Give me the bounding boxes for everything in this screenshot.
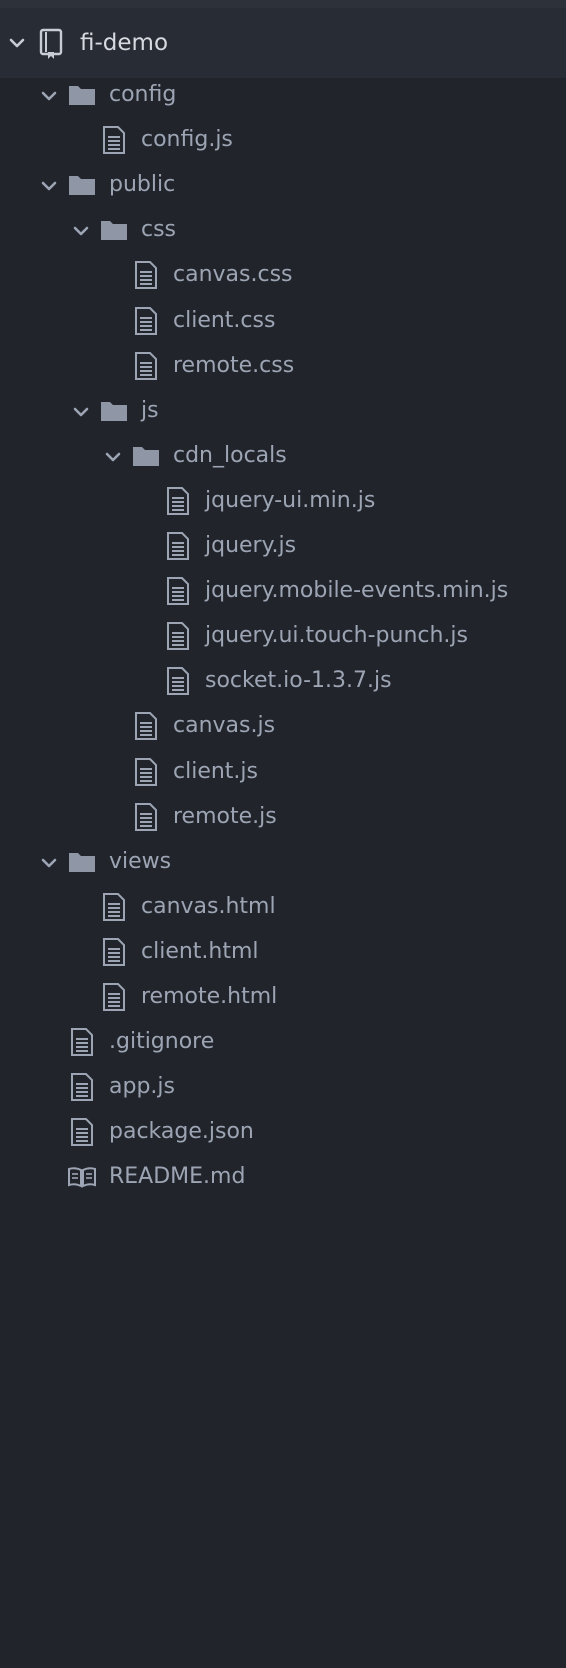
- repo-icon: [36, 28, 66, 60]
- file-name: client.js: [173, 758, 258, 784]
- folder-icon: [67, 80, 97, 110]
- folder-icon: [131, 441, 161, 471]
- file-text-icon: [131, 306, 161, 336]
- window-top-strip: [0, 0, 566, 8]
- tree-file-row[interactable]: remote.js: [0, 793, 566, 841]
- folder-icon: [99, 215, 129, 245]
- folder-name: css: [141, 217, 177, 243]
- tree-folder-row[interactable]: cdn_locals: [0, 432, 566, 480]
- tree-file-row[interactable]: socket.io-1.3.7.js: [0, 657, 566, 705]
- project-name: fi-demo: [80, 30, 169, 56]
- tree-folder-row[interactable]: css: [0, 206, 566, 254]
- tree-folder-row[interactable]: public: [0, 161, 566, 209]
- file-name: client.css: [173, 307, 276, 333]
- file-name: jquery.mobile-events.min.js: [205, 578, 509, 604]
- file-name: README.md: [109, 1164, 246, 1190]
- folder-name: cdn_locals: [173, 442, 287, 468]
- tree-root-project[interactable]: fi-demo: [0, 8, 566, 78]
- folder-icon: [67, 170, 97, 200]
- tree-file-row[interactable]: remote.html: [0, 973, 566, 1021]
- file-text-icon: [131, 757, 161, 787]
- file-name: remote.css: [173, 352, 295, 378]
- folder-name: views: [109, 848, 172, 874]
- chevron-down-icon[interactable]: [40, 177, 58, 195]
- file-text-icon: [131, 260, 161, 290]
- tree-file-row[interactable]: jquery.ui.touch-punch.js: [0, 612, 566, 660]
- tree-file-row[interactable]: canvas.html: [0, 883, 566, 931]
- file-name: client.html: [141, 938, 259, 964]
- folder-icon: [99, 396, 129, 426]
- file-name: .gitignore: [109, 1029, 215, 1055]
- tree-file-row[interactable]: canvas.css: [0, 251, 566, 299]
- tree-folder-row[interactable]: views: [0, 838, 566, 886]
- file-name: package.json: [109, 1119, 254, 1145]
- file-name: remote.js: [173, 803, 277, 829]
- tree-file-row[interactable]: remote.css: [0, 342, 566, 390]
- file-name: canvas.html: [141, 893, 276, 919]
- file-text-icon: [131, 711, 161, 741]
- file-text-icon: [163, 576, 193, 606]
- file-text-icon: [67, 1117, 97, 1147]
- tree-file-row[interactable]: client.css: [0, 297, 566, 345]
- file-text-icon: [163, 621, 193, 651]
- file-text-icon: [99, 125, 129, 155]
- file-text-icon: [99, 982, 129, 1012]
- tree-file-row[interactable]: config.js: [0, 116, 566, 164]
- file-text-icon: [131, 351, 161, 381]
- tree-file-row[interactable]: canvas.js: [0, 702, 566, 750]
- file-name: jquery.js: [205, 533, 297, 558]
- tree-folder-row[interactable]: config: [0, 71, 566, 119]
- file-text-icon: [163, 666, 193, 696]
- file-text-icon: [163, 486, 193, 516]
- file-text-icon: [163, 531, 193, 561]
- chevron-down-icon[interactable]: [8, 34, 26, 52]
- chevron-down-icon[interactable]: [104, 448, 122, 466]
- file-name: jquery.ui.touch-punch.js: [205, 623, 468, 649]
- file-name: jquery-ui.min.js: [205, 487, 376, 513]
- file-name: remote.html: [141, 984, 278, 1009]
- tree-file-row[interactable]: client.js: [0, 748, 566, 796]
- folder-name: config: [109, 82, 177, 107]
- chevron-down-icon[interactable]: [40, 854, 58, 872]
- tree-file-row[interactable]: .gitignore: [0, 1018, 566, 1066]
- file-text-icon: [131, 802, 161, 832]
- folder-name: js: [141, 397, 159, 423]
- file-text-icon: [99, 892, 129, 922]
- file-text-icon: [99, 937, 129, 967]
- file-name: socket.io-1.3.7.js: [205, 668, 392, 694]
- tree-file-row[interactable]: client.html: [0, 928, 566, 976]
- file-name: canvas.css: [173, 262, 293, 288]
- file-name: canvas.js: [173, 713, 276, 739]
- file-text-icon: [67, 1027, 97, 1057]
- tree-file-row[interactable]: README.md: [0, 1153, 566, 1201]
- folder-icon: [67, 847, 97, 877]
- tree-file-row[interactable]: jquery.mobile-events.min.js: [0, 567, 566, 615]
- tree-file-row[interactable]: package.json: [0, 1108, 566, 1156]
- chevron-down-icon[interactable]: [40, 87, 58, 105]
- tree-folder-row[interactable]: js: [0, 387, 566, 435]
- tree-file-row[interactable]: app.js: [0, 1063, 566, 1111]
- file-text-icon: [67, 1072, 97, 1102]
- tree-file-row[interactable]: jquery.js: [0, 522, 566, 570]
- chevron-down-icon[interactable]: [72, 222, 90, 240]
- tree-file-row[interactable]: jquery-ui.min.js: [0, 477, 566, 525]
- chevron-down-icon[interactable]: [72, 403, 90, 421]
- folder-name: public: [109, 172, 176, 198]
- file-name: app.js: [109, 1074, 175, 1100]
- file-name: config.js: [141, 127, 233, 153]
- book-icon: [67, 1162, 97, 1192]
